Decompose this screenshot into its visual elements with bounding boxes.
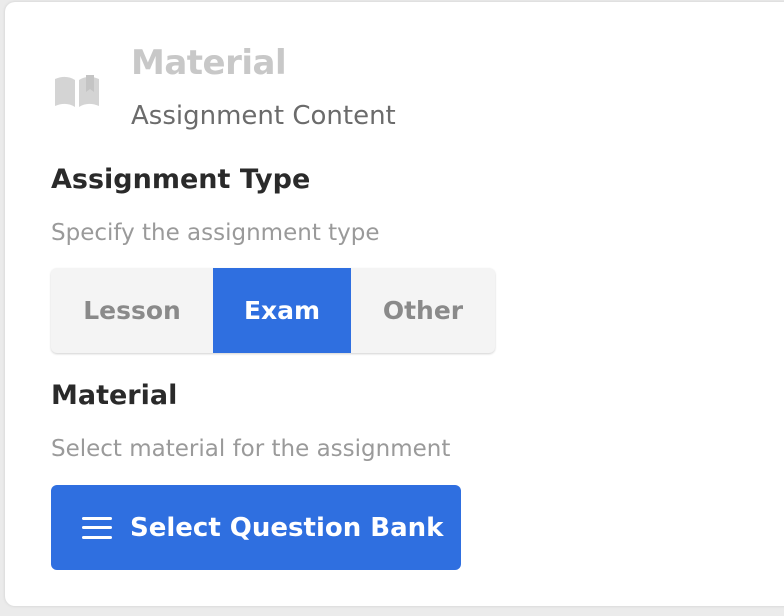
section-subtitle: Assignment Content — [131, 101, 396, 131]
segment-lesson[interactable]: Lesson — [51, 268, 213, 353]
material-help: Select material for the assignment — [51, 436, 451, 462]
segment-other[interactable]: Other — [351, 268, 495, 353]
select-question-bank-button[interactable]: Select Question Bank — [51, 485, 461, 570]
book-icon — [55, 75, 99, 107]
assignment-card: Material Assignment Content Assignment T… — [5, 2, 784, 606]
menu-icon — [82, 516, 112, 539]
select-question-bank-label: Select Question Bank — [130, 512, 444, 543]
segment-exam[interactable]: Exam — [213, 268, 351, 353]
assignment-type-help: Specify the assignment type — [51, 220, 380, 246]
material-label: Material — [51, 380, 178, 411]
section-title: Material — [131, 43, 287, 83]
assignment-type-toggle: Lesson Exam Other — [51, 268, 495, 353]
assignment-type-label: Assignment Type — [51, 164, 311, 195]
